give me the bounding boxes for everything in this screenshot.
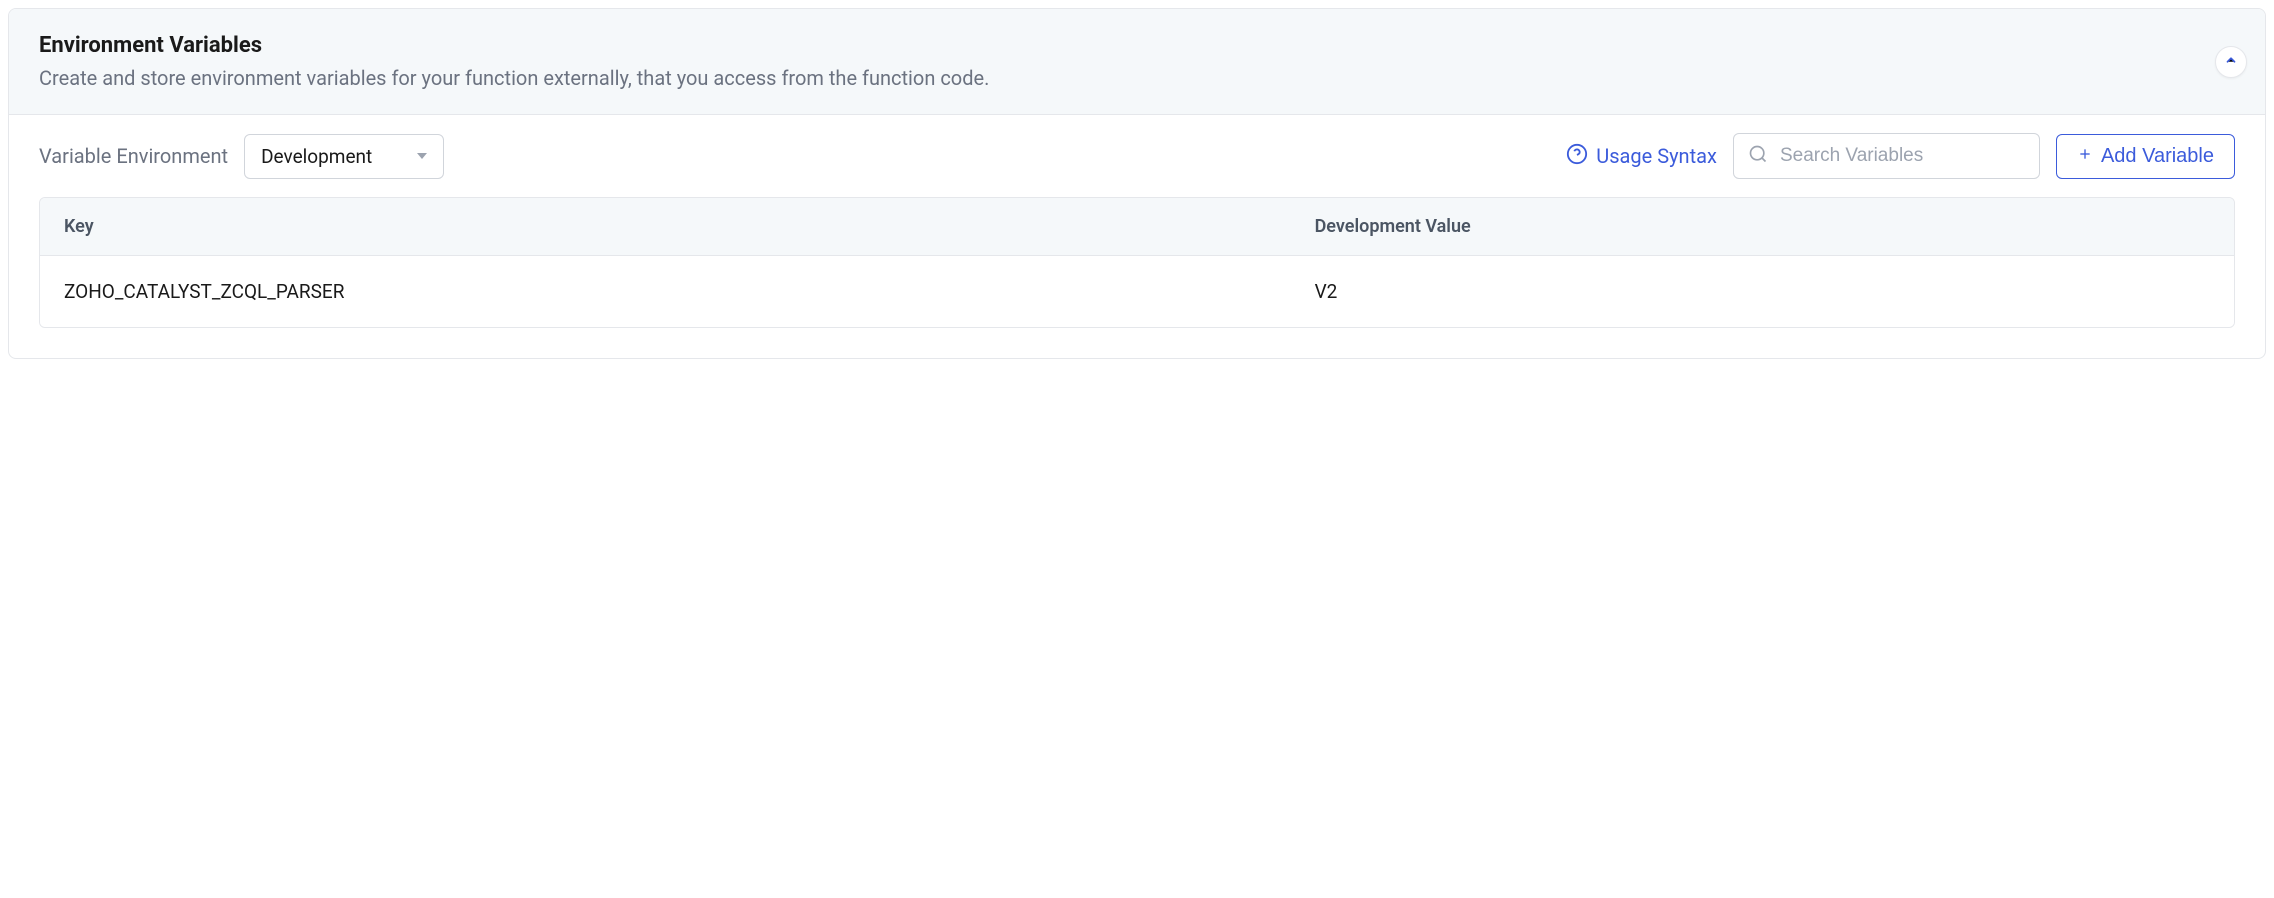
search-icon [1748,144,1768,168]
help-icon [1566,143,1588,170]
column-header-key: Key [40,198,1291,255]
env-variables-panel: Environment Variables Create and store e… [8,8,2266,359]
usage-syntax-link[interactable]: Usage Syntax [1566,143,1717,170]
usage-syntax-label: Usage Syntax [1596,144,1717,168]
panel-title: Environment Variables [39,33,2235,58]
cell-key: ZOHO_CATALYST_ZCQL_PARSER [40,256,1291,327]
variables-table: Key Development Value ZOHO_CATALYST_ZCQL… [39,197,2235,328]
env-dropdown[interactable]: Development [244,134,444,179]
plus-icon [2077,145,2093,168]
env-dropdown-value: Development [261,145,372,168]
chevron-up-icon [2224,52,2238,71]
toolbar: Variable Environment Development Usage S… [9,115,2265,197]
collapse-button[interactable] [2215,46,2247,78]
panel-header: Environment Variables Create and store e… [9,9,2265,115]
add-variable-button[interactable]: Add Variable [2056,134,2235,179]
add-button-label: Add Variable [2101,145,2214,168]
search-box[interactable] [1733,133,2040,179]
table-header: Key Development Value [40,198,2234,256]
table-row: ZOHO_CATALYST_ZCQL_PARSER V2 [40,256,2234,327]
chevron-down-icon [417,151,427,161]
column-header-value: Development Value [1291,198,2234,255]
env-label: Variable Environment [39,144,228,168]
panel-subtitle: Create and store environment variables f… [39,66,2235,90]
search-input[interactable] [1780,145,2025,167]
cell-value: V2 [1291,256,2234,327]
